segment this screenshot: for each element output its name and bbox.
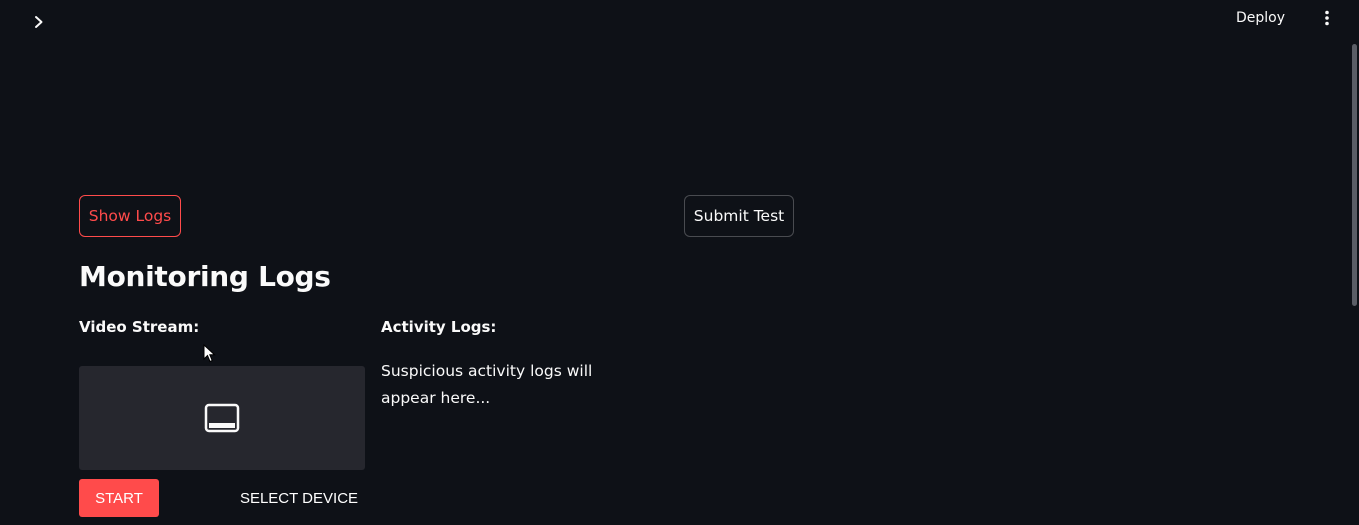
main-menu-button[interactable] [1317,6,1337,30]
vertical-ellipsis-icon [1325,10,1329,26]
mouse-pointer-icon [203,344,216,363]
video-stream-label: Video Stream: [79,318,200,336]
submit-test-button[interactable]: Submit Test [684,195,794,237]
activity-logs-placeholder: Suspicious activity logs will appear her… [381,362,593,407]
chevron-right-icon [35,16,43,28]
sidebar-toggle-button[interactable] [26,9,52,35]
show-logs-button[interactable]: Show Logs [79,195,181,237]
header-toolbar: Deploy [1236,0,1337,36]
video-stream-placeholder [79,366,365,470]
activity-logs-label: Activity Logs: [381,318,497,336]
start-button[interactable]: START [79,479,159,517]
deploy-button[interactable]: Deploy [1236,10,1285,26]
vertical-scrollbar[interactable] [1352,44,1357,306]
camera-screen-icon [204,403,240,433]
select-device-button[interactable]: SELECT DEVICE [235,479,363,517]
page-title: Monitoring Logs [79,260,331,293]
app-root: Deploy Show Logs Submit Test Monitoring … [0,0,1359,525]
